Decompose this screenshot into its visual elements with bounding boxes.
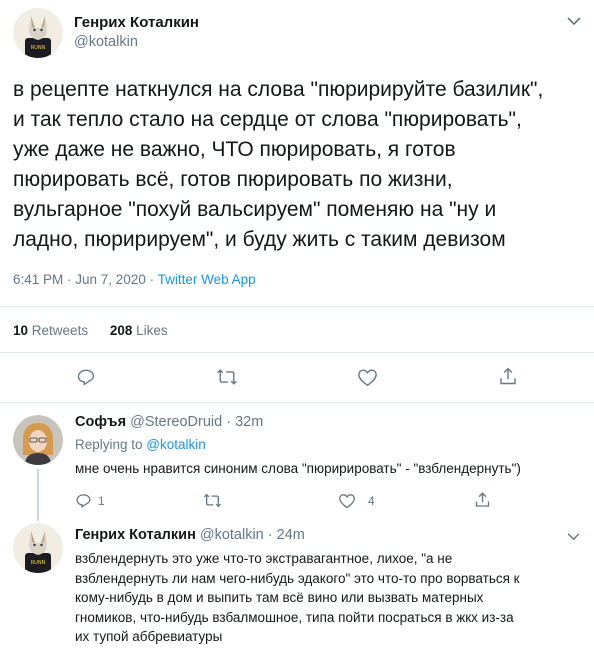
chevron-down-icon[interactable]: [567, 533, 580, 541]
thread-line: [37, 469, 39, 521]
like-count: 4: [368, 494, 375, 508]
tweet-stats: 10 Retweets 208 Likes: [13, 323, 168, 338]
reply-text-line: взблендернуть ли нам чего-нибудь эдакого…: [75, 570, 520, 586]
portrait-avatar-icon: [13, 415, 63, 465]
tweet-text-line: и так тепло стало на сердце от слова "пю…: [13, 108, 522, 131]
reply-author-avatar[interactable]: [13, 415, 63, 465]
fox-avatar-icon: RUNN: [13, 8, 63, 58]
tweet-text-line: уже даже не важно, ЧТО пюрировать, я гот…: [13, 138, 456, 161]
likes-count: 208: [109, 323, 133, 338]
share-icon[interactable]: [498, 366, 518, 387]
reply-time[interactable]: · 32m: [222, 414, 263, 430]
replying-to: Replying to @kotalkin: [75, 437, 206, 452]
author-handle[interactable]: @kotalkin: [74, 34, 138, 50]
divider: [0, 306, 594, 307]
reply-author-name[interactable]: Софъя: [75, 414, 126, 430]
reply-time[interactable]: · 24m: [264, 527, 305, 543]
likes-label: Likes: [136, 323, 168, 338]
retweets-label: Retweets: [31, 323, 89, 338]
tweet-text-line: пюрировать всё, готов пюрировать по жизн…: [13, 168, 453, 191]
likes-stat[interactable]: 208 Likes: [110, 323, 168, 338]
reply-header: Генрих Коталкин @kotalkin · 24m: [75, 527, 305, 543]
reply-text: взблендернуть это уже что-то экстраваган…: [75, 549, 520, 647]
replying-to-label: Replying to: [75, 437, 147, 452]
author-avatar[interactable]: RUNN: [13, 8, 63, 58]
reply-text-line: кому-нибудь в дом и выпить там всё вино …: [75, 590, 484, 605]
reply-icon[interactable]: [75, 492, 92, 509]
reply-author-name[interactable]: Генрих Коталкин: [75, 527, 196, 543]
tweet-text-line: вульгарное "похуй вальсируем" поменяю на…: [13, 198, 497, 221]
fox-avatar-icon: RUNN: [13, 523, 63, 573]
retweet-icon[interactable]: [203, 492, 222, 509]
reply-header: Софъя @StereoDruid · 32m: [75, 414, 263, 430]
reply-text-line: взблендернуть это уже что-то экстраваган…: [75, 551, 453, 566]
divider: [0, 402, 594, 403]
reply-author-handle[interactable]: @kotalkin: [200, 527, 264, 543]
chevron-down-icon[interactable]: [567, 17, 581, 26]
replying-to-link[interactable]: @kotalkin: [146, 437, 205, 452]
reply-text: мне очень нравится синоним слова "пюрири…: [75, 461, 521, 476]
share-icon[interactable]: [474, 491, 491, 509]
tweet-text-line: ладно, пюририруем", и буду жить с таким …: [13, 228, 506, 251]
tweet-meta: 6:41 PM · Jun 7, 2020 · Twitter Web App: [13, 272, 256, 287]
avatar-shirt-text: RUNN: [31, 560, 46, 566]
like-heart-icon[interactable]: [357, 368, 378, 387]
avatar-shirt-text: RUNN: [31, 45, 46, 51]
retweets-stat[interactable]: 10 Retweets: [13, 323, 92, 338]
tweet-source-link[interactable]: Twitter Web App: [158, 272, 256, 287]
retweet-icon[interactable]: [216, 367, 238, 387]
author-name[interactable]: Генрих Коталкин: [74, 14, 199, 31]
reply-text-line: их тупой аббревиатуры: [75, 629, 223, 644]
reply-count: 1: [98, 494, 105, 508]
like-heart-icon[interactable]: [338, 493, 356, 509]
tweet-text-line: в рецепте наткнулся на слова "пюририруйт…: [13, 78, 544, 101]
reply-author-handle[interactable]: @StereoDruid: [130, 414, 222, 430]
tweet-timestamp[interactable]: 6:41 PM · Jun 7, 2020 ·: [13, 272, 158, 287]
reply-icon[interactable]: [76, 367, 96, 387]
tweet-text: в рецепте наткнулся на слова "пюририруйт…: [13, 75, 543, 255]
retweets-count: 10: [13, 323, 29, 338]
reply-author-avatar[interactable]: RUNN: [13, 523, 63, 573]
reply-text-line: гномиков, что-нибудь взбалмошное, типа п…: [75, 609, 514, 625]
divider: [0, 352, 594, 353]
